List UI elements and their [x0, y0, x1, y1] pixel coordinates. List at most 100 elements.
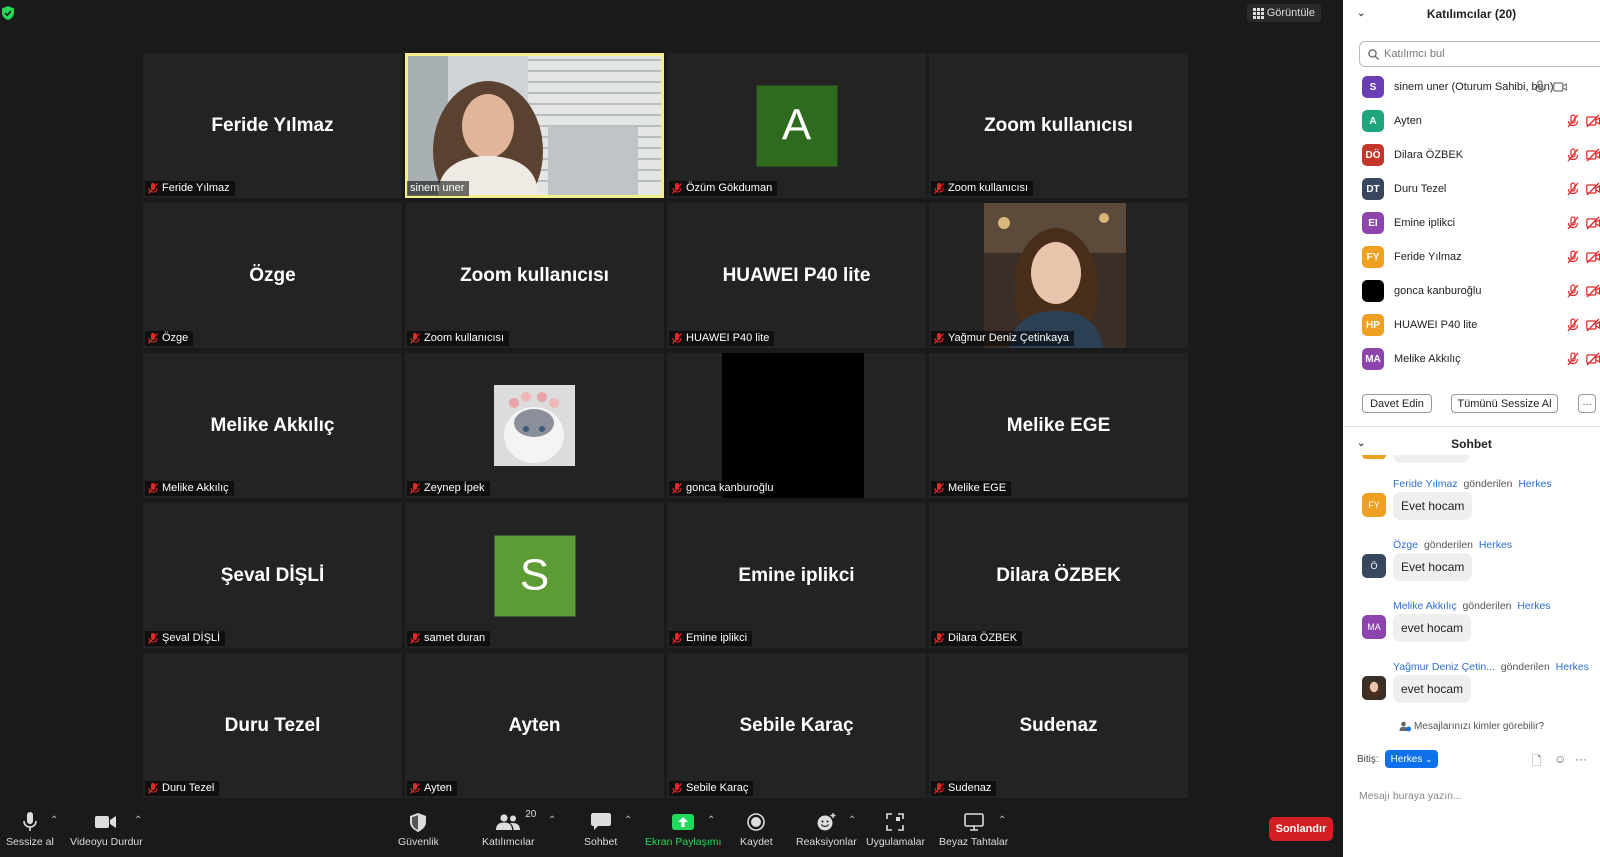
reactions-options-caret-icon[interactable]: ⌃ — [848, 815, 856, 826]
tile-name-label: Melike EGE — [931, 481, 1012, 496]
video-off-icon[interactable] — [1586, 148, 1600, 162]
message-sender[interactable]: Özge — [1393, 539, 1418, 551]
message-recipient[interactable]: Herkes — [1479, 539, 1512, 551]
message-recipient[interactable]: Herkes — [1556, 661, 1589, 673]
video-tile[interactable]: A Özüm Gökduman — [667, 53, 926, 198]
video-tile[interactable]: Şeval DİŞLİ Şeval DİŞLİ — [143, 503, 402, 648]
collapse-participants-chevron-icon[interactable]: ⌄ — [1357, 0, 1365, 28]
participant-row[interactable]: DÖ Dilara ÖZBEK — [1343, 138, 1600, 172]
mic-muted-icon[interactable] — [1566, 148, 1580, 162]
video-tile[interactable]: sinem uner — [405, 53, 664, 198]
tile-label-text: Melike EGE — [948, 482, 1007, 494]
video-tile[interactable]: Emine iplikci Emine iplikci — [667, 503, 926, 648]
collapse-chat-chevron-icon[interactable]: ⌄ — [1357, 430, 1365, 458]
video-off-icon[interactable] — [1586, 250, 1600, 264]
participant-row[interactable]: A Ayten — [1343, 104, 1600, 138]
message-sender[interactable]: Melike Akkılıç — [1393, 600, 1457, 612]
view-button[interactable]: Görüntüle — [1246, 4, 1321, 22]
mic-muted-icon[interactable] — [1566, 216, 1580, 230]
participant-row[interactable]: HP HUAWEI P40 lite — [1343, 308, 1600, 342]
message-sender[interactable]: Yağmur Deniz Çetin... — [1393, 661, 1495, 673]
tile-display-name: Şeval DİŞLİ — [220, 564, 325, 586]
chat-more-icon[interactable]: ··· — [1575, 752, 1587, 766]
security-button[interactable]: Güvenlik — [398, 811, 439, 848]
participant-row[interactable]: gonca kanburoğlu — [1343, 274, 1600, 308]
video-tile[interactable]: Yağmur Deniz Çetinkaya — [929, 203, 1188, 348]
mic-muted-icon[interactable] — [1566, 284, 1580, 298]
participant-row[interactable]: DT Duru Tezel — [1343, 172, 1600, 206]
who-can-see-link[interactable]: Mesajlarınızı kimler görebilir? — [1343, 721, 1600, 732]
message-avatar: FY — [1362, 493, 1386, 517]
video-tile[interactable]: Ssamet duran — [405, 503, 664, 648]
video-tile[interactable]: Zoom kullanıcısı Zoom kullanıcısı — [405, 203, 664, 348]
chat-bubble-icon — [590, 813, 611, 830]
mic-muted-icon[interactable] — [1566, 318, 1580, 332]
emoji-icon[interactable]: ☺ — [1554, 752, 1566, 766]
chat-options-caret-icon[interactable]: ⌃ — [624, 815, 632, 826]
video-tile[interactable]: Sudenaz Sudenaz — [929, 653, 1188, 798]
share-options-caret-icon[interactable]: ⌃ — [707, 815, 715, 826]
video-off-icon[interactable] — [1586, 284, 1600, 298]
video-options-caret-icon[interactable]: ⌃ — [134, 815, 142, 826]
participant-profile-photo — [722, 353, 864, 498]
message-sent-word: gönderilen — [1500, 661, 1550, 673]
video-tile[interactable]: Dilara ÖZBEK Dilara ÖZBEK — [929, 503, 1188, 648]
tile-name-label: Zoom kullanıcısı — [931, 181, 1034, 196]
apps-button[interactable]: Uygulamalar — [866, 811, 925, 848]
video-tile[interactable]: Zeynep İpek — [405, 353, 664, 498]
record-button[interactable]: Kaydet — [740, 811, 773, 848]
participants-options-caret-icon[interactable]: ⌃ — [548, 815, 556, 826]
mic-muted-icon — [934, 633, 944, 644]
participant-row[interactable]: FY Feride Yılmaz — [1343, 240, 1600, 274]
video-tile[interactable]: gonca kanburoğlu — [667, 353, 926, 498]
mic-muted-icon[interactable] — [1566, 250, 1580, 264]
mic-muted-icon[interactable] — [1566, 182, 1580, 196]
video-off-icon[interactable] — [1586, 114, 1600, 128]
encryption-shield-icon[interactable] — [2, 6, 14, 20]
mic-muted-icon — [410, 483, 420, 494]
stop-video-button[interactable]: Videoyu Durdur — [70, 811, 143, 848]
file-attach-icon[interactable]: 🗋 — [1532, 752, 1542, 773]
whiteboard-options-caret-icon[interactable]: ⌃ — [998, 815, 1006, 826]
mic-muted-icon[interactable] — [1566, 352, 1580, 366]
participant-row[interactable]: EI Emine iplikci — [1343, 206, 1600, 240]
end-meeting-button[interactable]: Sonlandır — [1269, 817, 1333, 841]
video-tile[interactable]: Ayten Ayten — [405, 653, 664, 798]
participant-row[interactable]: MA Melike Akkılıç — [1343, 342, 1600, 376]
participants-button[interactable]: 20 Katılımcılar — [482, 809, 536, 848]
message-recipient[interactable]: Herkes — [1517, 600, 1550, 612]
participant-search-input[interactable]: Katılımcı bul — [1359, 41, 1600, 67]
video-tile[interactable]: Sebile Karaç Sebile Karaç — [667, 653, 926, 798]
mute-button[interactable]: Sessize al — [6, 811, 54, 848]
video-tile[interactable]: Feride Yılmaz Feride Yılmaz — [143, 53, 402, 198]
microphone-icon[interactable] — [1533, 80, 1547, 94]
mic-muted-icon[interactable] — [1566, 114, 1580, 128]
video-off-icon[interactable] — [1586, 318, 1600, 332]
participant-row[interactable]: S sinem uner (Oturum Sahibi, ben) — [1343, 70, 1600, 104]
invite-button[interactable]: Davet Edin — [1362, 394, 1432, 413]
video-tile[interactable]: Duru Tezel Duru Tezel — [143, 653, 402, 798]
audio-options-caret-icon[interactable]: ⌃ — [50, 815, 58, 826]
mic-muted-icon — [148, 333, 158, 344]
mute-all-button[interactable]: Tümünü Sessize Al — [1451, 394, 1558, 413]
tile-label-text: Yağmur Deniz Çetinkaya — [948, 332, 1069, 344]
video-off-icon[interactable] — [1586, 352, 1600, 366]
recipient-dropdown[interactable]: Herkes ⌄ — [1384, 750, 1439, 768]
chat-button[interactable]: Sohbet — [584, 811, 617, 848]
video-off-icon[interactable] — [1586, 216, 1600, 230]
chat-message-input[interactable]: Mesajı buraya yazın... — [1359, 790, 1462, 802]
video-tile[interactable]: HUAWEI P40 lite HUAWEI P40 lite — [667, 203, 926, 348]
more-options-button[interactable]: ··· — [1578, 394, 1596, 413]
mic-muted-icon — [934, 483, 944, 494]
tile-label-text: gonca kanburoğlu — [686, 482, 774, 494]
video-camera-icon[interactable] — [1553, 80, 1567, 94]
video-tile[interactable]: Zoom kullanıcısı Zoom kullanıcısı — [929, 53, 1188, 198]
message-recipient[interactable]: Herkes — [1518, 478, 1551, 490]
participant-avatar: S — [1362, 76, 1384, 98]
video-tile[interactable]: Melike Akkılıç Melike Akkılıç — [143, 353, 402, 498]
video-off-icon[interactable] — [1586, 182, 1600, 196]
video-tile[interactable]: Melike EGE Melike EGE — [929, 353, 1188, 498]
message-sender[interactable]: Feride Yılmaz — [1393, 478, 1458, 490]
participant-avatar: MA — [1362, 348, 1384, 370]
video-tile[interactable]: Özge Özge — [143, 203, 402, 348]
